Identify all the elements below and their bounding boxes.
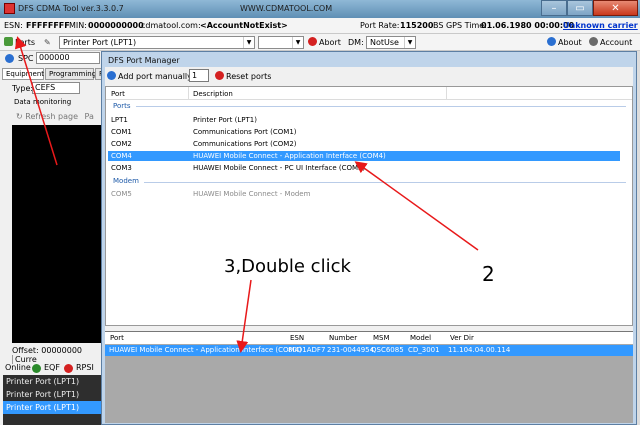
col-esn[interactable]: ESN [290,334,304,342]
add-port-label: Add port manually: [107,71,194,81]
opened-ports-header: Port ESN Number MSM Model Ver Dir [105,332,633,344]
min-label: MIN: [69,21,87,30]
col-port[interactable]: Port [111,90,125,98]
domain-label: cdmatool.com: [141,21,201,30]
refresh-page-button[interactable]: ↻ Refresh page Pa [16,112,94,121]
port-row[interactable]: COM2 Communications Port (COM2) [108,139,620,149]
annotation-one: 1 [49,166,62,190]
title-bar: DFS CDMA Tool ver.3.3.0.7 WWW.CDMATOOL.C… [0,0,640,18]
port-row[interactable]: COM3 HUAWEI Mobile Connect - PC UI Inter… [108,163,620,173]
reset-icon [215,71,224,80]
tab-equipment[interactable]: Equipment [2,68,44,80]
list-item[interactable]: Printer Port (LPT1) [3,388,103,401]
about-button[interactable]: About [547,36,582,49]
spc-field[interactable]: 000000 [36,52,100,64]
abort-button[interactable]: Abort [308,36,341,49]
info-icon [547,37,556,46]
data-monitoring-label: Data monitoring [14,98,72,106]
annotation-two: 2 [482,262,495,286]
toolbar: Ports ✎ Printer Port (LPT1) ▼ ▼ Abort DM… [0,34,640,51]
monitor-area [12,125,103,343]
reset-ports-button[interactable]: Reset ports [215,71,271,81]
opened-ports-list: Port ESN Number MSM Model Ver Dir HUAWEI… [105,331,633,423]
col-msm[interactable]: MSM [373,334,390,342]
eqf-status: EQF [44,363,60,372]
minimize-button[interactable]: – [541,0,567,16]
type-select[interactable]: CEFS [32,82,80,94]
type-label: Type: [12,84,34,93]
left-panel: SPC 000000 Equipment Programming RA Type… [0,51,109,425]
group-ports: Ports [113,102,131,110]
user-icon [589,37,598,46]
tab-programming[interactable]: Programming [45,68,96,80]
bs-gps-value: 01.06.1980 00:00:00 [481,21,575,30]
rpsi-status: RPSI [76,363,94,372]
col-description[interactable]: Description [193,90,233,98]
port-rate-label: Port Rate: [360,21,400,30]
table-row[interactable]: HUAWEI Mobile Connect - Application Inte… [105,345,633,356]
ports-list: Port Description Ports LPT1 Printer Port… [105,86,633,326]
online-status: Online [5,363,31,372]
status-row: Online EQF RPSI [0,361,103,375]
group-modem: Modem [113,177,139,185]
annotation-three: 3,Double click [224,256,351,277]
chevron-down-icon: ▼ [404,37,415,48]
ports-icon [4,37,13,46]
add-icon [107,71,116,80]
list-item[interactable]: Printer Port (LPT1) [3,401,103,414]
port-rate-value: 115200 [400,21,434,30]
stop-icon [308,37,317,46]
chevron-down-icon: ▼ [292,37,303,48]
dialog-title: DFS Port Manager [108,56,180,65]
carrier-link[interactable]: Unknown carrier [563,21,638,30]
port-manager-dialog: DFS Port Manager Add port manually: 1 Re… [101,51,637,425]
port-list: Printer Port (LPT1) Printer Port (LPT1) … [3,375,103,425]
dialog-body: Add port manually: 1 Reset ports Port De… [105,67,633,423]
port-row-selected[interactable]: COM4 HUAWEI Mobile Connect - Application… [108,151,620,161]
port-row[interactable]: COM1 Communications Port (COM1) [108,127,620,137]
col-port[interactable]: Port [110,334,124,342]
list-item[interactable]: Printer Port (LPT1) [3,375,103,388]
esn-label: ESN: [4,21,23,30]
spc-label: SPC [18,54,34,63]
esn-value: FFFFFFFF [26,21,70,30]
col-model[interactable]: Model [410,334,431,342]
min-value: 0000000000 [88,21,144,30]
dm-label: DM: [348,38,364,47]
refresh-icon: ↻ [16,112,23,121]
secondary-select[interactable]: ▼ [258,36,304,49]
eqf-icon [32,364,41,373]
account-status: <AccountNotExist> [200,21,288,30]
spc-icon [5,54,14,63]
col-ver-dir[interactable]: Ver Dir [450,334,474,342]
bs-gps-label: BS GPS Time: [433,21,487,30]
info-bar: ESN: FFFFFFFF MIN: 0000000000 cdmatool.c… [0,18,640,34]
port-row[interactable]: LPT1 Printer Port (LPT1) [108,115,620,125]
dm-select[interactable]: NotUse ▼ [366,36,416,49]
plug-icon[interactable]: ✎ [44,36,51,49]
ports-list-header: Port Description [106,87,632,100]
modem-row[interactable]: COM5 HUAWEI Mobile Connect - Modem [108,189,620,199]
close-button[interactable]: ✕ [593,0,638,16]
ports-button[interactable]: Ports [4,36,35,49]
site-label: WWW.CDMATOOL.COM [240,4,333,13]
add-port-input[interactable]: 1 [189,69,209,82]
port-select[interactable]: Printer Port (LPT1) ▼ [59,36,255,49]
window-title: DFS CDMA Tool ver.3.3.0.7 [18,4,124,13]
col-number[interactable]: Number [329,334,357,342]
account-button[interactable]: Account [589,36,632,49]
rpsi-icon [64,364,73,373]
chevron-down-icon: ▼ [243,37,254,48]
maximize-button[interactable]: ▭ [567,0,593,16]
app-icon [4,3,15,14]
